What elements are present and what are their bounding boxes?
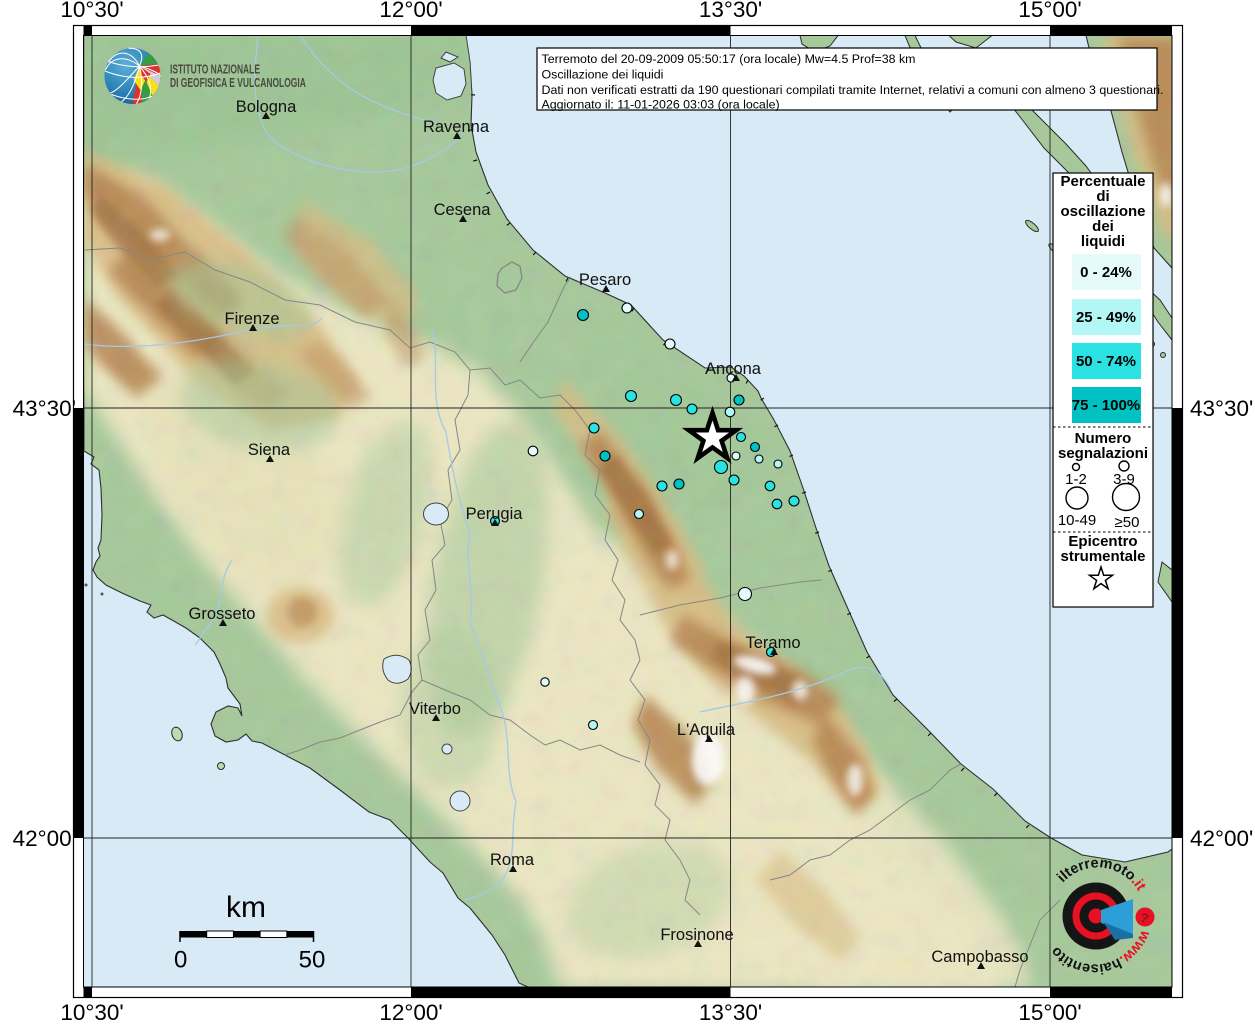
svg-text:≥50: ≥50 xyxy=(1115,514,1140,531)
svg-text:25 - 49%: 25 - 49% xyxy=(1076,309,1136,326)
svg-text:Frosinone: Frosinone xyxy=(660,926,733,944)
svg-text:10°30': 10°30' xyxy=(60,0,123,22)
svg-text:Campobasso: Campobasso xyxy=(931,948,1028,966)
svg-text:ISTITUTO NAZIONALE: ISTITUTO NAZIONALE xyxy=(170,63,260,77)
svg-text:Oscillazione dei liquidi: Oscillazione dei liquidi xyxy=(542,68,664,82)
svg-text:DI GEOFISICA E VULCANOLOGIA: DI GEOFISICA E VULCANOLOGIA xyxy=(170,76,306,90)
svg-text:12°00': 12°00' xyxy=(379,1000,442,1024)
svg-text:10°30': 10°30' xyxy=(60,1000,123,1024)
svg-text:Bologna: Bologna xyxy=(236,98,297,116)
svg-text:km: km xyxy=(226,891,266,924)
svg-text:Grosseto: Grosseto xyxy=(189,605,256,623)
svg-text:0: 0 xyxy=(174,947,187,974)
svg-text:Terremoto del 20-09-2009 05:50: Terremoto del 20-09-2009 05:50:17 (ora l… xyxy=(542,52,916,66)
svg-text:50 - 74%: 50 - 74% xyxy=(1076,353,1136,370)
svg-text:42°00': 42°00' xyxy=(13,826,76,851)
svg-text:Viterbo: Viterbo xyxy=(409,700,461,718)
svg-text:segnalazioni: segnalazioni xyxy=(1058,445,1148,462)
svg-text:50: 50 xyxy=(299,947,326,974)
svg-text:12°00': 12°00' xyxy=(379,0,442,22)
svg-text:strumentale: strumentale xyxy=(1060,548,1145,565)
svg-text:13°30': 13°30' xyxy=(699,0,762,22)
svg-text:Pesaro: Pesaro xyxy=(579,271,631,289)
svg-text:13°30': 13°30' xyxy=(699,1000,762,1024)
svg-text:42°00': 42°00' xyxy=(1190,826,1253,851)
svg-text:Cesena: Cesena xyxy=(434,201,492,219)
svg-text:liquidi: liquidi xyxy=(1081,233,1125,250)
svg-text:15°00': 15°00' xyxy=(1018,0,1081,22)
svg-text:3-9: 3-9 xyxy=(1113,471,1135,488)
svg-text:L'Aquila: L'Aquila xyxy=(677,721,736,739)
svg-text:10-49: 10-49 xyxy=(1058,512,1096,529)
svg-text:43°30': 43°30' xyxy=(1190,396,1253,421)
svg-text:15°00': 15°00' xyxy=(1018,1000,1081,1024)
svg-text:Teramo: Teramo xyxy=(745,634,800,652)
svg-text:Siena: Siena xyxy=(248,441,291,459)
svg-text:Roma: Roma xyxy=(490,851,535,869)
svg-text:Ancona: Ancona xyxy=(705,360,762,378)
svg-text:Perugia: Perugia xyxy=(466,505,524,523)
svg-text:0 - 24%: 0 - 24% xyxy=(1080,264,1132,281)
svg-text:Firenze: Firenze xyxy=(224,310,279,328)
svg-text:Dati non verificati estratti d: Dati non verificati estratti da 190 ques… xyxy=(542,83,1164,97)
svg-text:Aggiornato il: 11-01-2026 03:0: Aggiornato il: 11-01-2026 03:03 (ora loc… xyxy=(542,98,780,112)
svg-text:Ravenna: Ravenna xyxy=(423,118,490,136)
svg-text:43°30': 43°30' xyxy=(13,396,76,421)
svg-text:75 - 100%: 75 - 100% xyxy=(1072,397,1140,414)
svg-text:1-2: 1-2 xyxy=(1065,471,1087,488)
